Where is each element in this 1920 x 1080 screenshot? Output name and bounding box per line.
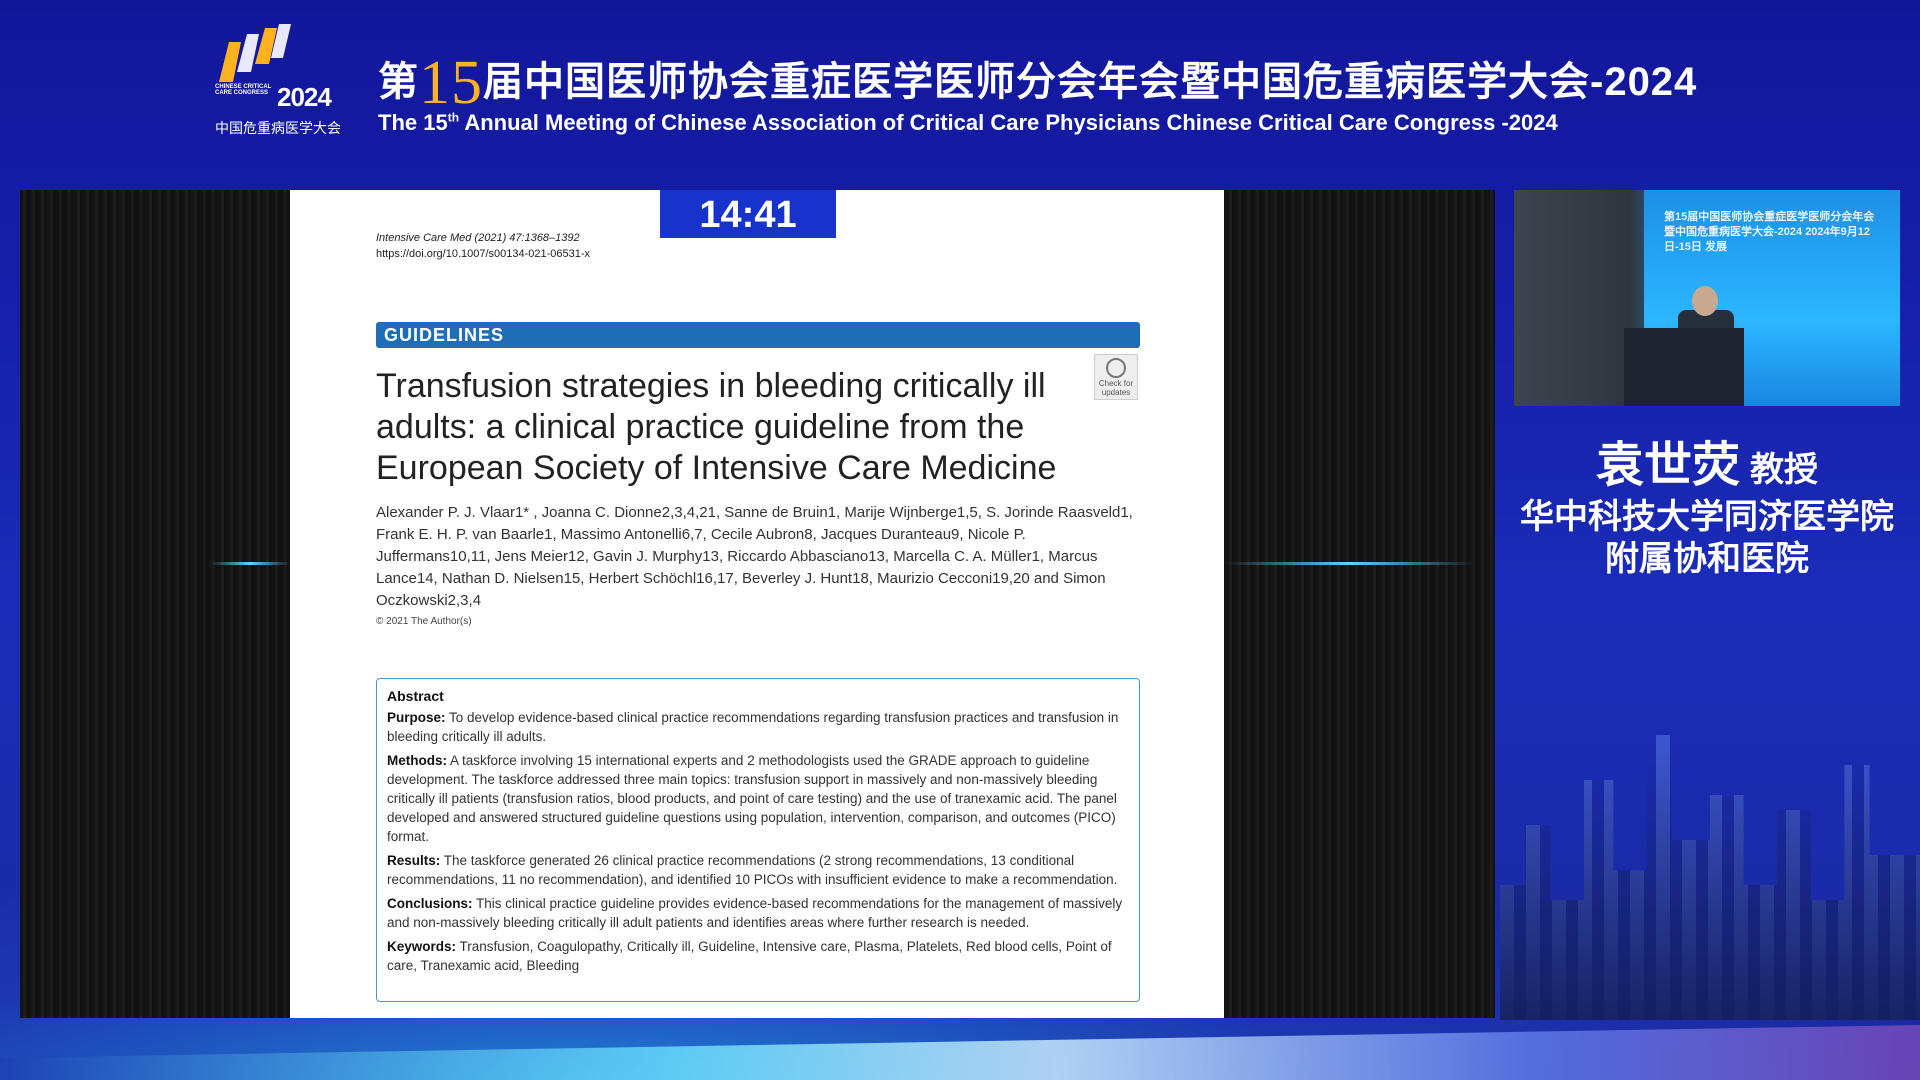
conclusions-label: Conclusions: [387,896,473,911]
affiliation-line1: 华中科技大学同济医学院 [1520,498,1894,536]
affiliation-line2: 附属协和医院 [1605,540,1809,578]
conclusions-text: This clinical practice guideline provide… [387,896,1123,930]
abstract-box: Abstract Purpose: To develop evidence-ba… [376,678,1140,1002]
logo-year: 2024 [277,82,332,112]
methods-label: Methods: [387,753,447,768]
title-en-post: Annual Meeting of Chinese Association of… [459,110,1558,135]
keywords-text: Transfusion, Coagulopathy, Critically il… [387,939,1112,973]
abstract-purpose: Purpose: To develop evidence-based clini… [387,708,1129,746]
abstract-results: Results: The taskforce generated 26 clin… [387,851,1129,889]
venue-screen-text: 第15届中国医师协会重症医学医师分会年会暨中国危重病医学大会-2024 2024… [1664,211,1875,253]
methods-text: A taskforce involving 15 international e… [387,753,1117,844]
title-en-pre: The 15 [378,110,448,135]
speaker-name-text: 袁世荧 [1595,439,1740,492]
abstract-methods: Methods: A taskforce involving 15 intern… [387,751,1129,846]
purpose-label: Purpose: [387,710,446,725]
copyright: © 2021 The Author(s) [376,616,472,627]
title-en-sup: th [447,110,460,125]
logo-text: CHINESE CRITICAL CARE CONGRESS [215,84,272,96]
results-label: Results: [387,853,441,868]
speaker-video-feed: 第15届中国医师协会重症医学医师分会年会暨中国危重病医学大会-2024 2024… [1514,190,1900,406]
abstract-conclusions: Conclusions: This clinical practice guid… [387,894,1129,932]
purpose-text: To develop evidence-based clinical pract… [387,710,1119,744]
journal-citation: Intensive Care Med (2021) 47:1368–1392 [376,232,580,244]
congress-title-chinese: 第15届中国医师协会重症医学医师分会年会暨中国危重病医学大会-2024 [378,48,1697,119]
stage-light-line [1225,562,1475,565]
speaker-head [1692,286,1718,316]
doi-link: https://doi.org/10.1007/s00134-021-06531… [376,248,591,260]
keywords-label: Keywords: [387,939,457,954]
abstract-heading: Abstract [387,688,444,704]
title-number: 15 [419,49,483,117]
presentation-timer: 14:41 [660,190,836,238]
speaker-affiliation: 华中科技大学同济医学院 附属协和医院 [1494,496,1920,580]
speaker-name: 袁世荧 教授 [1514,425,1900,495]
section-banner: GUIDELINES [376,322,1140,348]
congress-logo: CHINESE CRITICAL CARE CONGRESS 2024 中国危重… [215,22,345,137]
podium [1624,328,1744,406]
stage-light-line [210,562,290,565]
results-text: The taskforce generated 26 clinical prac… [387,853,1118,887]
congress-title-english: The 15th Annual Meeting of Chinese Assoc… [378,110,1558,136]
title-rest: 届中国医师协会重症医学医师分会年会暨中国危重病医学大会-2024 [483,60,1698,104]
paper-title: Transfusion strategies in bleeding criti… [376,367,1057,487]
logo-chinese-name: 中国危重病医学大会 [215,120,341,136]
title-prefix: 第 [378,60,419,104]
abstract-keywords: Keywords: Transfusion, Coagulopathy, Cri… [387,937,1129,975]
speaker-role: 教授 [1750,451,1818,489]
author-list: Alexander P. J. Vlaar1* , Joanna C. Dion… [376,504,1133,609]
